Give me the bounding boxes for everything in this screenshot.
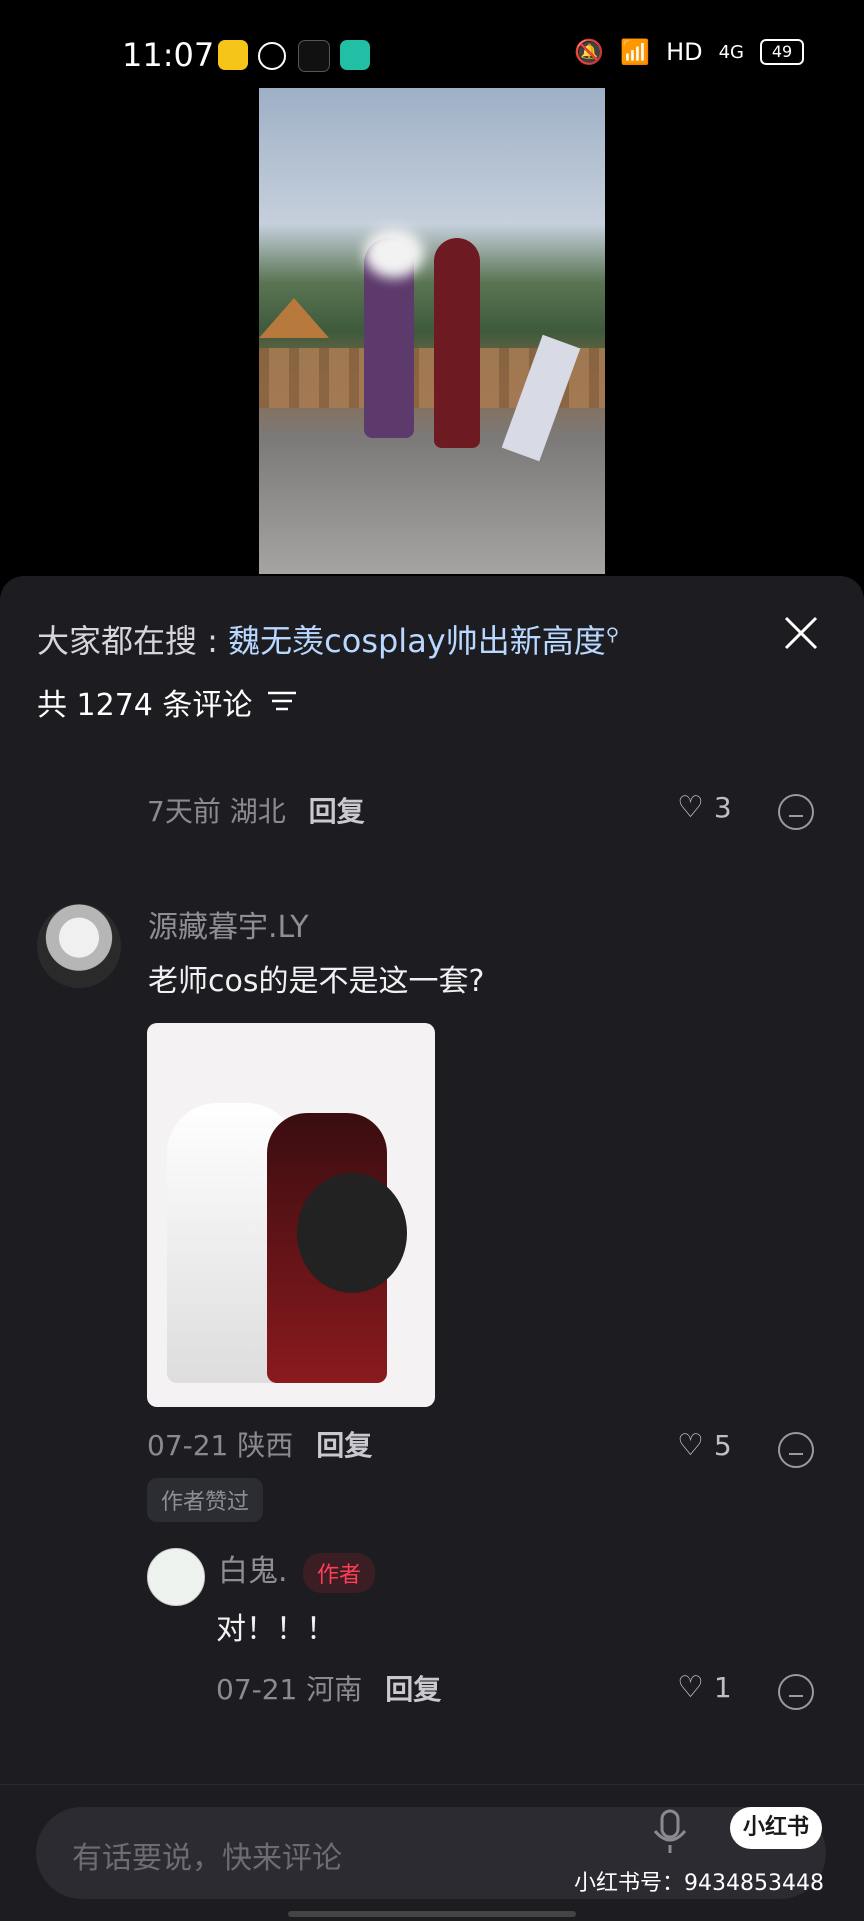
comment-meta: 07-21 河南 回复 — [216, 1668, 441, 1708]
reply-button[interactable]: 回复 — [309, 795, 365, 828]
comment-input-bar: 有话要说，快来评论 小红书 小红书号：9434853448 — [0, 1784, 864, 1921]
like-button[interactable]: ♡ 1 — [677, 1670, 732, 1705]
heart-icon: ♡ — [677, 1670, 704, 1705]
comment-meta: 07-21 陕西 回复 — [147, 1424, 372, 1464]
tiktok-icon — [298, 40, 330, 72]
home-indicator[interactable] — [288, 1911, 576, 1917]
video-player[interactable] — [259, 88, 605, 574]
comment-location: 河南 — [306, 1673, 363, 1706]
comment-username[interactable]: 源藏暮宇.LY — [148, 902, 309, 946]
like-count: 5 — [713, 1429, 732, 1462]
watermark: 小红书号：9434853448 — [574, 1871, 824, 1896]
comment-image[interactable] — [147, 1023, 435, 1407]
close-icon[interactable] — [778, 610, 824, 656]
reply-username[interactable]: 白鬼. — [218, 1546, 288, 1590]
emoji-reaction-icon[interactable] — [778, 1674, 814, 1710]
heart-icon: ♡ — [677, 1428, 704, 1463]
mute-icon: 🔕 — [574, 38, 605, 66]
heart-icon: ♡ — [677, 790, 704, 825]
comment-placeholder: 有话要说，快来评论 — [72, 1841, 342, 1876]
network-label: HD — [666, 38, 703, 66]
wifi-icon: 📶 — [620, 38, 651, 66]
trending-keyword[interactable]: 魏无羡cosplay帅出新高度 — [228, 622, 606, 660]
like-button[interactable]: ♡ 5 — [677, 1428, 732, 1463]
avatar[interactable] — [147, 1548, 205, 1606]
reply-text: 对！！！ — [216, 1612, 336, 1647]
xiaohongshu-logo: 小红书 — [730, 1807, 822, 1849]
battery-icon: 49 — [760, 39, 804, 65]
message-app-icon — [340, 40, 370, 70]
status-time: 11:07 — [122, 36, 215, 74]
comment-sheet: 大家都在搜 : 魏无羡cosplay帅出新高度⚲ 共 1274 条评论 7天前 … — [0, 576, 864, 1920]
like-count: 3 — [713, 791, 732, 824]
avatar[interactable] — [37, 904, 121, 988]
art-fur — [297, 1173, 407, 1293]
filter-icon[interactable] — [268, 690, 296, 712]
emoji-reaction-icon[interactable] — [778, 1432, 814, 1468]
author-tag: 作者 — [303, 1553, 376, 1593]
reply-button[interactable]: 回复 — [385, 1673, 441, 1706]
comment-location: 陕西 — [237, 1429, 294, 1462]
reply-button[interactable]: 回复 — [316, 1429, 372, 1462]
comment-text: 老师cos的是不是这一套? — [148, 964, 485, 999]
emoji-reaction-icon[interactable] — [778, 794, 814, 830]
author-liked-badge: 作者赞过 — [147, 1478, 264, 1522]
blur-face — [364, 228, 424, 278]
chat-icon — [258, 42, 286, 70]
pavilion-roof — [259, 298, 329, 338]
comment-time: 07-21 — [216, 1673, 298, 1706]
microphone-icon[interactable] — [650, 1809, 690, 1855]
trending-search[interactable]: 大家都在搜 : 魏无羡cosplay帅出新高度⚲ — [37, 616, 619, 662]
comment-time: 7天前 — [147, 795, 221, 828]
comment-count: 共 1274 条评论 — [37, 688, 253, 723]
cosplayer-right — [434, 238, 480, 448]
comment-location: 湖北 — [229, 795, 286, 828]
search-icon: ⚲ — [605, 624, 619, 646]
status-right: 🔕 📶 HD 4G 49 — [574, 38, 804, 66]
like-button[interactable]: ♡ 3 — [677, 790, 732, 825]
signal-label: 4G — [718, 41, 744, 63]
trending-prefix: 大家都在搜 : — [37, 622, 229, 660]
weibo-icon — [218, 40, 248, 70]
comment-meta: 7天前 湖北 回复 — [147, 790, 365, 830]
like-count: 1 — [713, 1671, 732, 1704]
comment-time: 07-21 — [147, 1429, 229, 1462]
